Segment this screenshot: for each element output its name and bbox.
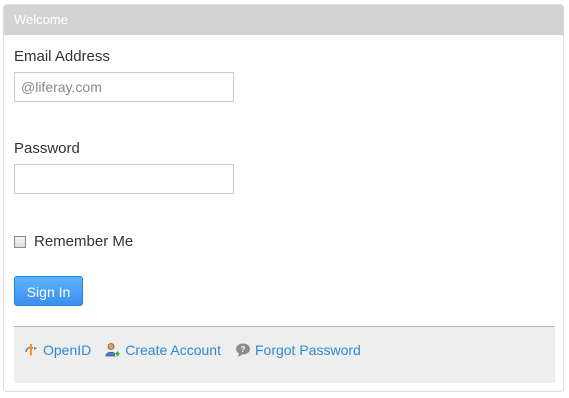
portlet-title: Welcome — [4, 5, 563, 35]
create-account-label[interactable]: Create Account — [125, 342, 221, 358]
openid-label[interactable]: OpenID — [43, 342, 91, 358]
login-form: Email Address Password Remember Me Sign … — [4, 35, 563, 391]
login-portlet: Welcome Email Address Password Remember … — [3, 4, 564, 392]
navigation-links: OpenID Create Account ? Forgot Password — [23, 342, 375, 358]
password-field[interactable] — [14, 164, 234, 194]
email-label: Email Address — [14, 48, 110, 65]
remember-me-row[interactable]: Remember Me — [14, 233, 133, 250]
password-label: Password — [14, 140, 80, 157]
forgot-password-link[interactable]: ? Forgot Password — [235, 342, 361, 358]
remember-me-label[interactable]: Remember Me — [34, 233, 133, 250]
email-field[interactable] — [14, 72, 234, 102]
sign-in-button[interactable]: Sign In — [14, 276, 83, 306]
forgot-password-label[interactable]: Forgot Password — [255, 342, 361, 358]
add-user-icon — [105, 343, 121, 357]
openid-link[interactable]: OpenID — [23, 342, 91, 358]
create-account-link[interactable]: Create Account — [105, 342, 221, 358]
help-bubble-icon: ? — [235, 343, 250, 357]
login-navigation: OpenID Create Account ? Forgot Password — [14, 326, 555, 383]
svg-text:?: ? — [241, 345, 246, 354]
openid-icon — [25, 344, 37, 356]
remember-me-checkbox[interactable] — [14, 235, 26, 248]
